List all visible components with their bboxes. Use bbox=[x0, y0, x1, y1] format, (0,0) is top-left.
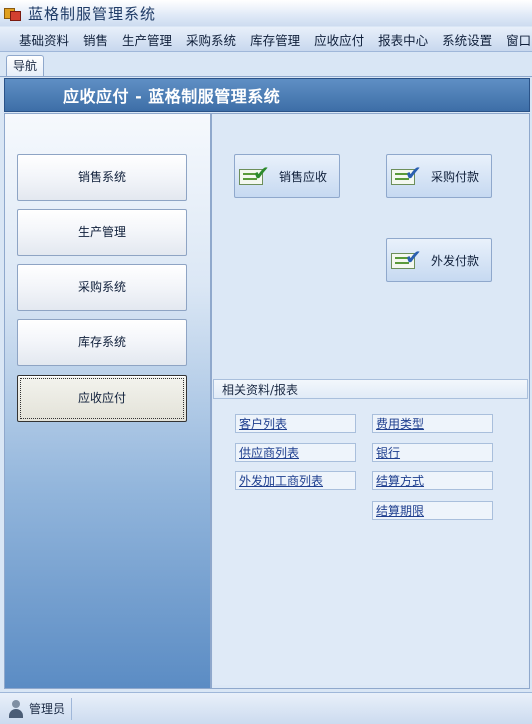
menu-production[interactable]: 生产管理 bbox=[115, 30, 179, 49]
sales-receivable-button[interactable]: ✔ 销售应收 bbox=[234, 154, 340, 198]
menu-inventory[interactable]: 库存管理 bbox=[243, 30, 307, 49]
nav-panel: 销售系统 生产管理 采购系统 库存系统 应收应付 bbox=[4, 113, 211, 689]
window-title: 蓝格制服管理系统 bbox=[28, 4, 157, 23]
sales-receivable-label: 销售应收 bbox=[279, 169, 328, 184]
nav-purchasing-button[interactable]: 采购系统 bbox=[17, 264, 187, 311]
menu-settings[interactable]: 系统设置 bbox=[435, 30, 499, 49]
page-title: 应收应付 - 蓝格制服管理系统 bbox=[63, 87, 281, 106]
link-settlement-methods[interactable]: 结算方式 bbox=[372, 471, 493, 490]
nav-production-button[interactable]: 生产管理 bbox=[17, 209, 187, 256]
related-section-title: 相关资料/报表 bbox=[213, 379, 528, 399]
link-settlement-terms[interactable]: 结算期限 bbox=[372, 501, 493, 520]
link-supplier-list[interactable]: 供应商列表 bbox=[235, 443, 356, 462]
nav-receivable-payable-button[interactable]: 应收应付 bbox=[17, 375, 187, 422]
menu-window[interactable]: 窗口 bbox=[499, 30, 532, 49]
link-customer-list[interactable]: 客户列表 bbox=[235, 414, 356, 433]
outsource-payment-button[interactable]: ✔ 外发付款 bbox=[386, 238, 492, 282]
menu-reports[interactable]: 报表中心 bbox=[371, 30, 435, 49]
blue-check-document-icon: ✔ bbox=[391, 246, 425, 271]
menu-bar: 基础资料 销售 生产管理 采购系统 库存管理 应收应付 报表中心 系统设置 窗口 bbox=[0, 27, 532, 52]
menu-purchasing[interactable]: 采购系统 bbox=[179, 30, 243, 49]
tab-strip: 导航 bbox=[0, 52, 532, 77]
menu-basic-data[interactable]: 基础资料 bbox=[12, 30, 76, 49]
tab-navigation[interactable]: 导航 bbox=[6, 55, 44, 76]
menu-receivable-payable[interactable]: 应收应付 bbox=[307, 30, 371, 49]
link-expense-types[interactable]: 费用类型 bbox=[372, 414, 493, 433]
outsource-payment-label: 外发付款 bbox=[431, 253, 480, 268]
user-icon bbox=[8, 699, 24, 718]
status-bar: 管理员 bbox=[0, 692, 532, 724]
blue-check-document-icon: ✔ bbox=[391, 162, 425, 187]
status-user: 管理员 bbox=[29, 702, 66, 716]
nav-sales-button[interactable]: 销售系统 bbox=[17, 154, 187, 201]
status-divider bbox=[71, 697, 73, 720]
link-outsource-processor-list[interactable]: 外发加工商列表 bbox=[235, 471, 356, 490]
related-section: 相关资料/报表 客户列表 供应商列表 外发加工商列表 费用类型 银行 结算方式 … bbox=[213, 379, 528, 685]
purchase-payment-button[interactable]: ✔ 采购付款 bbox=[386, 154, 492, 198]
menu-sales[interactable]: 销售 bbox=[76, 30, 115, 49]
nav-inventory-button[interactable]: 库存系统 bbox=[17, 319, 187, 366]
page-header: 应收应付 - 蓝格制服管理系统 bbox=[4, 78, 530, 112]
link-banks[interactable]: 银行 bbox=[372, 443, 493, 462]
purchase-payment-label: 采购付款 bbox=[431, 169, 480, 184]
green-check-document-icon: ✔ bbox=[239, 162, 273, 187]
title-bar: 蓝格制服管理系统 bbox=[0, 0, 532, 26]
app-icon bbox=[4, 6, 21, 21]
